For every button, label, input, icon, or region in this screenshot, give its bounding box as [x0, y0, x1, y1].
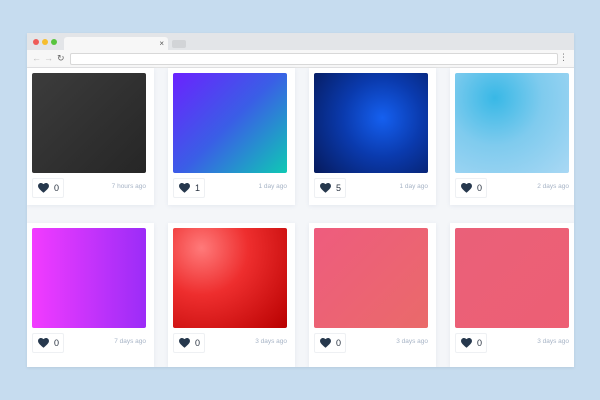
new-tab-button[interactable]: [172, 40, 186, 48]
like-button[interactable]: 0: [32, 178, 64, 198]
like-count: 5: [336, 183, 342, 193]
gallery-card: 0 2 days ago: [450, 68, 574, 205]
gallery-card: 1 1 day ago: [168, 68, 295, 205]
card-image[interactable]: [314, 228, 428, 328]
card-image[interactable]: [32, 228, 146, 328]
like-button[interactable]: 1: [173, 178, 205, 198]
heart-icon: [320, 338, 331, 348]
like-count: 0: [54, 183, 60, 193]
timestamp: 1 day ago: [399, 183, 428, 190]
card-image[interactable]: [32, 73, 146, 173]
reload-icon[interactable]: ↻: [57, 53, 65, 64]
timestamp: 3 days ago: [396, 338, 428, 345]
browser-toolbar: ← → ↻ ⋮: [27, 50, 574, 68]
browser-window: × ← → ↻ ⋮ 0 7 hours ago 1 1 day ago 5 1 …: [27, 33, 574, 367]
heart-icon: [38, 338, 49, 348]
like-count: 0: [477, 183, 483, 193]
gallery-card: 5 1 day ago: [309, 68, 436, 205]
heart-icon: [461, 338, 472, 348]
gallery-card: 0 3 days ago: [309, 223, 436, 367]
minimize-window-button[interactable]: [42, 39, 48, 45]
like-button[interactable]: 0: [314, 333, 346, 353]
card-image[interactable]: [173, 228, 287, 328]
timestamp: 7 hours ago: [111, 183, 146, 190]
like-button[interactable]: 0: [455, 178, 487, 198]
card-image[interactable]: [314, 73, 428, 173]
close-window-button[interactable]: [33, 39, 39, 45]
address-bar[interactable]: [70, 53, 558, 65]
card-image[interactable]: [455, 228, 569, 328]
gallery-card: 0 3 days ago: [450, 223, 574, 367]
timestamp: 2 days ago: [537, 183, 569, 190]
browser-tab[interactable]: ×: [64, 37, 168, 50]
heart-icon: [38, 183, 49, 193]
kebab-menu-icon[interactable]: ⋮: [559, 52, 568, 63]
like-button[interactable]: 0: [173, 333, 205, 353]
like-count: 0: [336, 338, 342, 348]
gallery-card: 0 7 hours ago: [27, 68, 154, 205]
heart-icon: [320, 183, 331, 193]
heart-icon: [179, 338, 190, 348]
gallery-grid: 0 7 hours ago 1 1 day ago 5 1 day ago 0 …: [27, 68, 574, 367]
like-count: 0: [477, 338, 483, 348]
like-count: 1: [195, 183, 201, 193]
card-image[interactable]: [455, 73, 569, 173]
timestamp: 1 day ago: [258, 183, 287, 190]
like-count: 0: [195, 338, 201, 348]
arrow-right-icon[interactable]: →: [44, 53, 53, 64]
title-bar: ×: [27, 33, 574, 50]
gallery-card: 0 7 days ago: [27, 223, 154, 367]
like-button[interactable]: 0: [32, 333, 64, 353]
tab-close-icon[interactable]: ×: [159, 38, 164, 49]
like-button[interactable]: 0: [455, 333, 487, 353]
timestamp: 7 days ago: [114, 338, 146, 345]
maximize-window-button[interactable]: [51, 39, 57, 45]
heart-icon: [461, 183, 472, 193]
card-image[interactable]: [173, 73, 287, 173]
like-count: 0: [54, 338, 60, 348]
heart-icon: [179, 183, 190, 193]
arrow-left-icon[interactable]: ←: [32, 53, 41, 64]
gallery-card: 0 3 days ago: [168, 223, 295, 367]
like-button[interactable]: 5: [314, 178, 346, 198]
timestamp: 3 days ago: [537, 338, 569, 345]
timestamp: 3 days ago: [255, 338, 287, 345]
